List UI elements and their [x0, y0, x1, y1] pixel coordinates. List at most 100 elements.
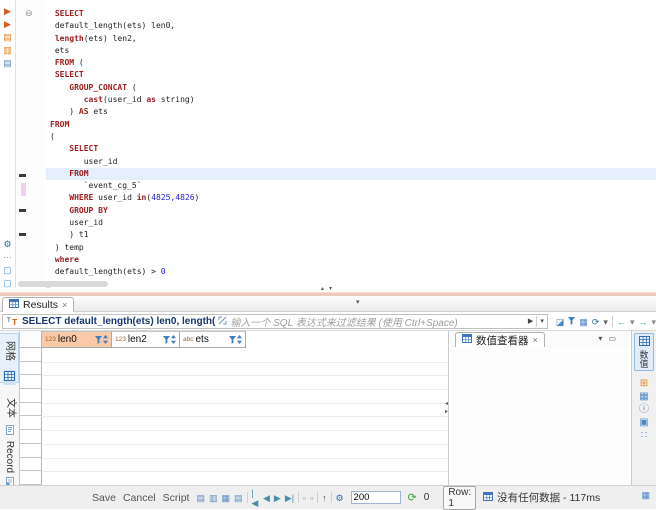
custom-filter-icon[interactable]: ▦ — [579, 317, 588, 327]
row-header[interactable] — [20, 362, 42, 376]
presentation-tab-网格[interactable]: 网格 — [0, 333, 19, 383]
presentation-tab-Record[interactable]: Record — [0, 439, 19, 491]
grid-settings-gear-icon[interactable]: ⚙ — [335, 493, 343, 503]
close-icon[interactable]: × — [62, 300, 67, 310]
prev-row-icon[interactable]: ◀ — [263, 493, 270, 503]
close-icon[interactable]: × — [533, 335, 538, 345]
fetch-refresh-icon[interactable]: ⟳ — [408, 493, 417, 503]
code-area[interactable]: SELECT default_length(ets) len0, length(… — [46, 8, 656, 279]
execute-new-tab-icon[interactable]: ▶ — [4, 19, 11, 29]
grid-edit-1-icon[interactable]: ▤ — [196, 493, 205, 503]
editor-results-splitter[interactable]: ▴ ▾ — [0, 288, 656, 296]
cancel-button[interactable]: Cancel — [123, 492, 156, 504]
column-filter-sort-icon[interactable] — [229, 335, 242, 344]
column-header-len0[interactable]: 123len0 — [42, 331, 112, 348]
grid-row[interactable] — [42, 458, 448, 473]
fold-collapse-icon[interactable]: ⊖ — [25, 9, 33, 18]
forward-dropdown-icon[interactable]: ▾ — [651, 317, 656, 327]
row-header[interactable] — [20, 444, 42, 458]
script-button[interactable]: Script — [163, 492, 190, 504]
fetch-size-input[interactable] — [351, 491, 401, 504]
grid-corner-cell[interactable] — [20, 331, 42, 348]
grid-row[interactable] — [42, 403, 448, 418]
add-row-icon[interactable]: ▫ — [303, 493, 306, 503]
hscrollbar-thumb[interactable] — [18, 281, 108, 287]
filter-history-dropdown-icon[interactable]: ▾ — [540, 317, 544, 327]
tab-results[interactable]: Results × — [2, 297, 74, 312]
settings-gear-icon[interactable]: ⚙ — [3, 239, 11, 249]
row-header[interactable] — [20, 403, 42, 417]
rail-panel-buttons: ⊞ ▦ ⓘ ▣ ∷ — [639, 379, 649, 441]
code-line: default_length(ets) > 0 — [46, 266, 656, 278]
row-header[interactable] — [20, 417, 42, 431]
grid-edit-4-icon[interactable]: ▤ — [234, 493, 243, 503]
execute-script-icon[interactable]: ▤ — [3, 32, 12, 42]
execute-statement-icon[interactable]: ▶ — [4, 6, 11, 16]
presentation-switcher: 网格文本Record — [0, 331, 20, 485]
fetch-up-icon[interactable]: ↑ — [322, 493, 327, 503]
column-header-len2[interactable]: 123len2 — [112, 331, 180, 348]
erase-filter-icon[interactable]: ◪ — [556, 317, 565, 327]
calc-panel-icon[interactable]: ⊞ — [640, 379, 648, 389]
grid-row[interactable] — [42, 348, 448, 363]
first-row-icon[interactable]: |◀ — [251, 488, 259, 508]
row-header[interactable] — [20, 471, 42, 485]
save-filter-icon[interactable] — [568, 317, 575, 327]
grid-row[interactable] — [42, 430, 448, 445]
value-panel-icon[interactable]: ▣ — [639, 418, 648, 428]
grid-row[interactable] — [42, 471, 448, 485]
panel-collapse-icon[interactable]: ◂ — [445, 401, 448, 407]
duplicate-row-icon[interactable]: ▫ — [310, 493, 313, 503]
panel-expand-icon[interactable]: ▸ — [445, 409, 448, 415]
grid-row[interactable] — [42, 375, 448, 390]
fold-marker[interactable] — [19, 209, 26, 212]
minimize-panel-icon[interactable]: ▭ — [608, 334, 616, 343]
row-header[interactable] — [20, 348, 42, 362]
tab-list-chevron-icon[interactable]: ▾ — [356, 298, 360, 306]
back-dropdown-icon[interactable]: ▾ — [630, 317, 635, 327]
fold-marker[interactable] — [19, 233, 26, 236]
tab-value-viewer[interactable]: 数值查看器 × — [455, 332, 545, 347]
column-filter-sort-icon[interactable] — [163, 335, 176, 344]
forward-icon[interactable]: → — [638, 317, 647, 327]
explain-plan-icon[interactable]: ▥ — [3, 45, 12, 55]
refresh-dropdown-icon[interactable]: ▾ — [603, 317, 608, 327]
grid-edit-2-icon[interactable]: ▥ — [209, 493, 218, 503]
results-grid[interactable]: 123len0123len2abcets — [20, 331, 448, 485]
last-row-icon[interactable]: ▶| — [285, 493, 294, 503]
grid-row[interactable] — [42, 444, 448, 459]
row-header[interactable] — [20, 458, 42, 472]
row-header[interactable] — [20, 430, 42, 444]
rail-tab-value-viewer[interactable]: 数值 — [634, 333, 654, 371]
column-filter-sort-icon[interactable] — [95, 335, 108, 344]
column-type-label: 123 — [45, 336, 56, 343]
fold-marker[interactable] — [19, 174, 26, 177]
refresh-icon[interactable]: ⟳ — [592, 317, 600, 327]
grid-row[interactable] — [42, 389, 448, 404]
grid-row[interactable] — [42, 362, 448, 377]
save-button[interactable]: Save — [92, 492, 116, 504]
row-header[interactable] — [20, 375, 42, 389]
panel-menu-icon[interactable]: ▾ — [598, 334, 602, 343]
script-log-icon[interactable]: ▤ — [3, 58, 12, 68]
column-header-ets[interactable]: abcets — [180, 331, 246, 348]
panel-toggle-icon[interactable]: ▦ — [641, 490, 650, 501]
open-file-icon[interactable]: ▢ — [3, 265, 12, 275]
back-icon[interactable]: ← — [617, 317, 626, 327]
grid-panel-icon[interactable]: ▦ — [639, 392, 648, 402]
grid-row[interactable] — [42, 417, 448, 432]
save-file-icon[interactable]: ▢ — [3, 278, 12, 288]
sql-editor[interactable]: ▶ ▶ ▤ ▥ ▤ ⚙ ⋯ ▢ ▢ ⊖ SELECT default_length(ets) l… — [0, 0, 656, 288]
grid-edit-3-icon[interactable]: ▦ — [222, 493, 231, 503]
editor-hscrollbar[interactable] — [17, 281, 656, 287]
next-row-icon[interactable]: ▶ — [274, 493, 281, 503]
metadata-info-icon[interactable]: ⓘ — [639, 405, 649, 415]
row-header[interactable] — [20, 389, 42, 403]
filter-input[interactable]: T SELECT default_length(ets) len0, lengt… — [2, 314, 548, 329]
table-icon — [483, 492, 493, 504]
more-panels-icon[interactable]: ∷ — [641, 431, 647, 441]
apply-filter-icon[interactable]: ▶ — [528, 317, 533, 327]
expand-filter-icon[interactable] — [218, 316, 227, 327]
dots-icon[interactable]: ⋯ — [3, 252, 12, 262]
presentation-tab-文本[interactable]: 文本 — [0, 393, 19, 439]
